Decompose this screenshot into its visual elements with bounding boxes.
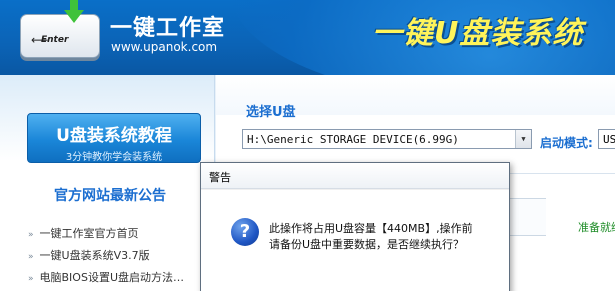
tutorial-subtitle: 3分钟教你学会装系统 — [65, 152, 163, 163]
dialog-message-line2: 请备份U盘中重要数据，是否继续执行？ — [269, 238, 465, 251]
dialog-message-line1: 此操作将占用U盘容量【440MB】,操作前 — [269, 222, 473, 235]
boot-mode-label: 启动模式: — [540, 136, 593, 150]
tutorial-title: U盘装系统教程 — [56, 126, 172, 146]
device-select-value: H:\Generic STORAGE DEVICE(6.99G) — [247, 133, 459, 146]
brand-title: 一键工作室 — [110, 16, 226, 41]
bullet-icon: » — [28, 274, 34, 284]
question-icon: ? — [231, 218, 259, 246]
tutorial-button[interactable]: U盘装系统教程 3分钟教你学会装系统 — [27, 113, 201, 163]
bullet-icon: » — [28, 230, 34, 240]
news-item-label: 一键U盘装系统V3.7版 — [39, 249, 150, 262]
dialog-titlebar[interactable]: 警告 — [201, 163, 509, 189]
news-list: » 一键工作室官方首页 » 一键U盘装系统V3.7版 » 电脑BIOS设置U盘启动方法… — [28, 225, 184, 291]
dialog-body: ? 此操作将占用U盘容量【440MB】,操作前 请备份U盘中重要数据，是否继续执… — [201, 190, 509, 291]
news-heading: 官方网站最新公告 — [54, 188, 166, 204]
boot-mode-select[interactable]: US — [598, 129, 615, 149]
status-text: 准备就绪 — [578, 221, 615, 234]
news-item[interactable]: » 电脑BIOS设置U盘启动方法… — [28, 269, 184, 291]
enter-key-logo: ⟵ Enter — [20, 14, 100, 58]
brand-url[interactable]: www.upanok.com — [111, 40, 217, 54]
sidebar: U盘装系统教程 3分钟教你学会装系统 官方网站最新公告 » 一键工作室官方首页 »… — [0, 75, 215, 291]
divider — [506, 173, 615, 174]
option-box — [506, 198, 546, 236]
dialog-title: 警告 — [209, 171, 231, 184]
bullet-icon: » — [28, 252, 34, 262]
down-arrow-icon — [64, 0, 84, 23]
product-slogan: 一键U盘装系统 — [372, 16, 584, 51]
header-banner: ⟵ Enter 一键工作室 www.upanok.com 一键U盘装系统 — [0, 0, 615, 75]
select-usb-heading: 选择U盘 — [246, 105, 296, 120]
dropdown-arrow-icon[interactable]: ▼ — [515, 130, 531, 148]
dialog-message: 此操作将占用U盘容量【440MB】,操作前 请备份U盘中重要数据，是否继续执行？ — [269, 221, 473, 253]
news-item-label: 一键工作室官方首页 — [39, 227, 139, 240]
news-item-label: 电脑BIOS设置U盘启动方法… — [39, 271, 184, 284]
news-item[interactable]: » 一键工作室官方首页 — [28, 225, 184, 247]
warning-dialog: 警告 ? 此操作将占用U盘容量【440MB】,操作前 请备份U盘中重要数据，是否… — [200, 162, 510, 291]
enter-key-label: Enter — [41, 35, 69, 45]
device-select[interactable]: H:\Generic STORAGE DEVICE(6.99G) ▼ — [242, 129, 532, 149]
news-item[interactable]: » 一键U盘装系统V3.7版 — [28, 247, 184, 269]
